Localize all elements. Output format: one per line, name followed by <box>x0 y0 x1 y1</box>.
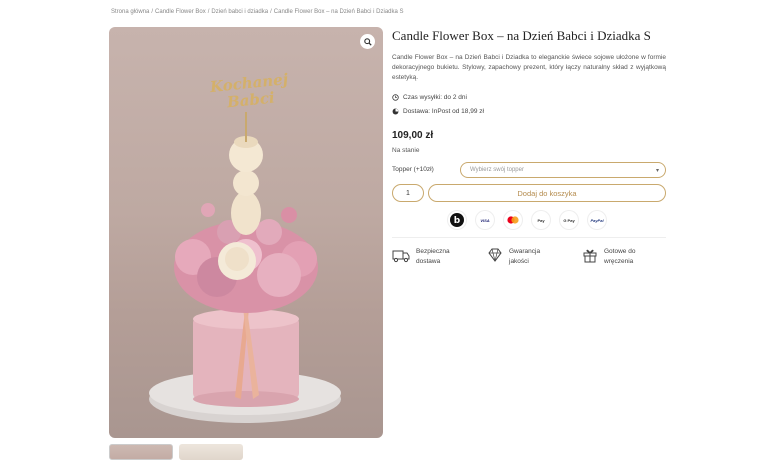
payment-methods: b VISA Pay G Pay PayPal <box>448 211 606 229</box>
blik-icon: b <box>448 211 466 229</box>
stock-status: Na stanie <box>392 147 420 154</box>
mastercard-icon <box>504 211 522 229</box>
product-price: 109,00 zł <box>392 130 434 141</box>
topper-select-value: Wybierz swój topper <box>470 167 524 173</box>
zoom-icon <box>363 37 372 46</box>
delivery-box-icon <box>392 250 410 263</box>
topper-select[interactable]: Wybierz swój topper ▾ <box>460 162 666 178</box>
feature-3-line2: wręczenia <box>604 258 634 265</box>
zoom-button[interactable] <box>360 34 375 49</box>
thumbnail-2[interactable] <box>179 444 243 460</box>
divider <box>392 237 666 238</box>
breadcrumb: Strona główna / Candle Flower Box / Dzień ba… <box>111 9 404 15</box>
delivery-info: Dostawa: InPost od 18,99 zł <box>392 108 484 115</box>
quantity-input[interactable]: 1 <box>392 184 424 202</box>
diamond-icon <box>488 248 502 262</box>
feature-gift-ready: Gotowe do wręczenia <box>582 247 635 267</box>
breadcrumb-category[interactable]: Candle Flower Box <box>155 9 206 15</box>
feature-1-line1: Bezpieczna <box>416 248 450 255</box>
breadcrumb-current: Candle Flower Box – na Dzień Babci i Dzi… <box>273 9 404 15</box>
feature-2-line1: Gwarancja <box>509 248 541 255</box>
shipping-time-text: Czas wysyłki: do 2 dni <box>403 94 467 101</box>
delivery-icon <box>392 108 399 115</box>
thumbnail-1[interactable] <box>109 444 173 460</box>
visa-icon: VISA <box>476 211 494 229</box>
google-pay-icon: G Pay <box>560 211 578 229</box>
feature-3-line1: Gotowe do <box>604 248 636 255</box>
breadcrumb-home[interactable]: Strona główna <box>111 9 149 15</box>
product-image[interactable]: Kochanej Babci <box>109 27 383 438</box>
delivery-text: Dostawa: InPost od 18,99 zł <box>403 108 484 115</box>
chevron-down-icon: ▾ <box>655 167 659 174</box>
breadcrumb-subcategory[interactable]: Dzień babci i dziadka <box>211 9 268 15</box>
apple-pay-icon: Pay <box>532 211 550 229</box>
svg-text:b: b <box>454 216 461 226</box>
paypal-icon: PayPal <box>588 211 606 229</box>
feature-quality: Gwarancja jakości <box>487 247 540 267</box>
product-description: Candle Flower Box – na Dzień Babci i Dzi… <box>392 54 666 81</box>
add-to-cart-button[interactable]: Dodaj do koszyka <box>428 184 666 202</box>
gift-icon <box>583 249 597 263</box>
feature-2-line2: jakości <box>509 258 529 265</box>
feature-1-line2: dostawa <box>416 258 441 265</box>
feature-safe-delivery: Bezpieczna dostawa <box>392 247 450 267</box>
clock-icon <box>392 94 399 101</box>
topper-label: Topper (+10zł) <box>392 166 434 173</box>
product-title: Candle Flower Box – na Dzień Babci i Dzi… <box>392 28 651 43</box>
shipping-time: Czas wysyłki: do 2 dni <box>392 94 467 101</box>
